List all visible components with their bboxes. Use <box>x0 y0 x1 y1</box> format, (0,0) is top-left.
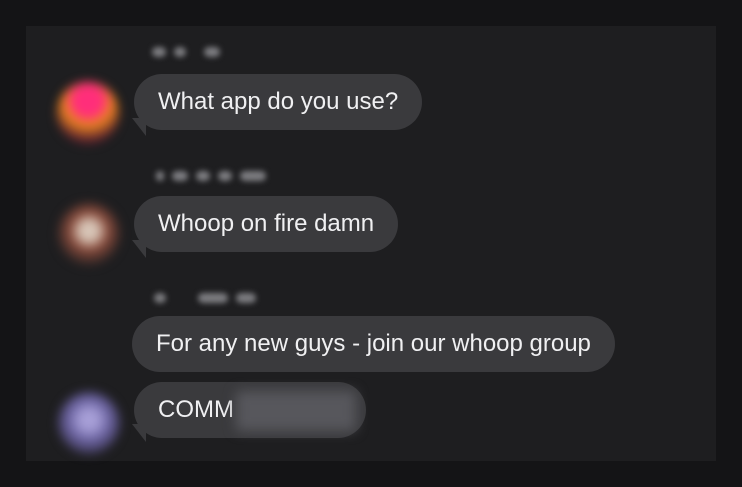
redacted-text <box>235 390 356 431</box>
avatar[interactable] <box>57 82 119 144</box>
message-text: COMM <box>158 396 234 423</box>
message-text: Whoop on fire damn <box>158 210 375 237</box>
message-bubble[interactable]: COMM <box>134 382 366 438</box>
sender-name-blurred <box>152 44 220 60</box>
message-bubble[interactable]: Whoop on fire damn <box>134 196 399 252</box>
sender-name-blurred <box>156 168 266 184</box>
sender-name-blurred <box>154 290 256 306</box>
message-text: For any new guys - join our whoop group <box>156 330 591 357</box>
message-text: What app do you use? <box>158 88 399 115</box>
message-bubble[interactable]: What app do you use? <box>134 74 423 130</box>
message-bubble[interactable]: For any new guys - join our whoop group <box>132 316 615 372</box>
avatar[interactable] <box>58 392 120 454</box>
avatar[interactable] <box>58 203 120 265</box>
